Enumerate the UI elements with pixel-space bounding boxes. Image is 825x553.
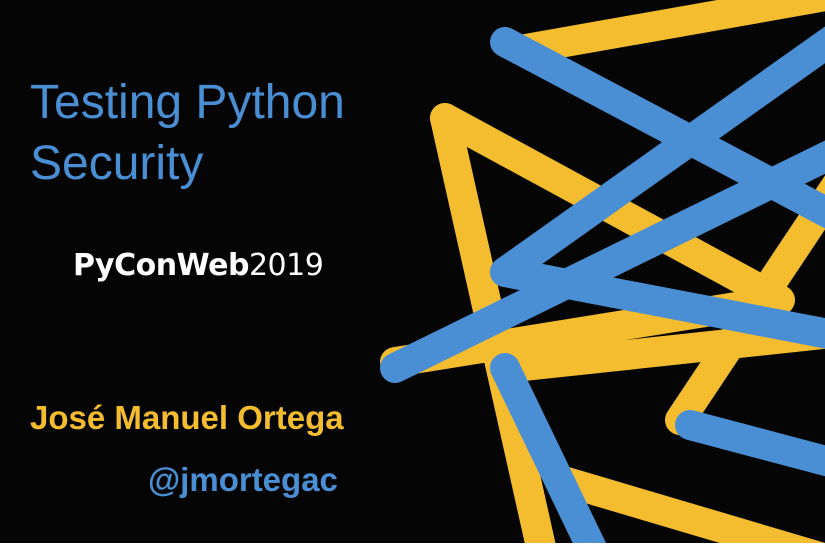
slide-title: Testing Python Security [30,72,410,194]
author-handle: @jmortegac [148,461,338,498]
author-name: José Manuel Ortega [30,399,344,436]
conference-year: 2019 [248,248,324,283]
yellow-zigzag-line [505,0,825,65]
title-line-2: Security [30,137,204,190]
title-line-1: Testing Python [30,76,345,129]
bottom-strip [0,543,825,553]
conference-logo: PyConWeb2019 [73,248,324,284]
slide: Testing Python Security PyConWeb2019 Jos… [0,0,825,553]
conference-name: PyConWeb [73,248,249,283]
blue-zigzag-line [675,410,825,477]
